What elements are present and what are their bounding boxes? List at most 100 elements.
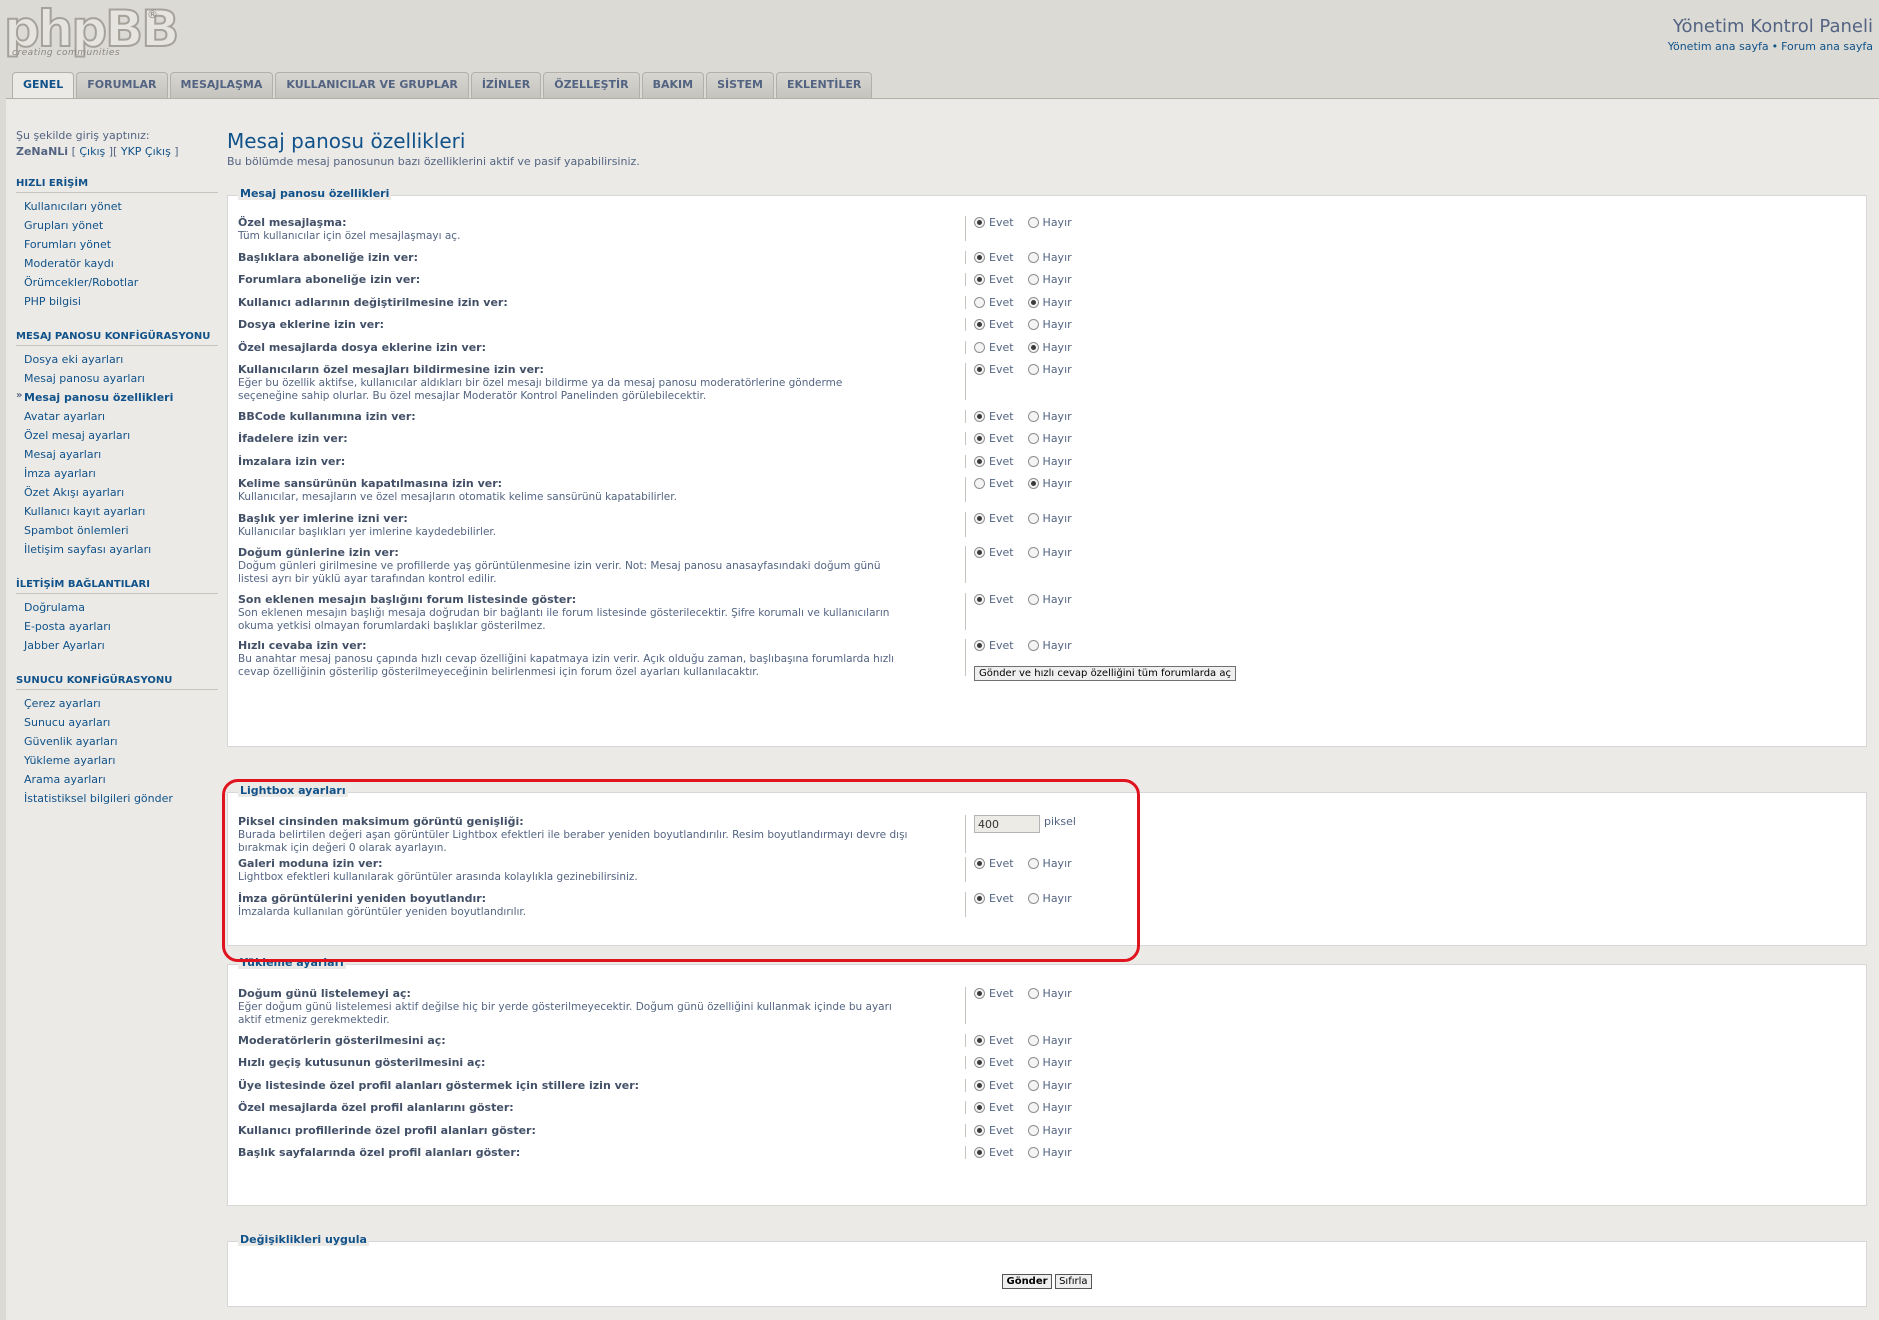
radio-indicator[interactable] xyxy=(1027,274,1039,285)
radio-no[interactable]: Hayır xyxy=(1027,432,1072,445)
radio-indicator[interactable] xyxy=(1027,296,1039,308)
radio-yes[interactable]: Evet xyxy=(974,1124,1014,1137)
radio-yes[interactable]: Evet xyxy=(974,639,1014,652)
radio-indicator[interactable] xyxy=(1027,547,1039,558)
max-width-input[interactable]: 400 xyxy=(974,815,1040,833)
radio-indicator[interactable] xyxy=(1027,217,1039,228)
radio-yes[interactable]: Evet xyxy=(974,987,1014,1000)
radio-indicator[interactable] xyxy=(1027,478,1039,489)
radio-indicator[interactable] xyxy=(974,319,985,330)
tab-0[interactable]: GENEL xyxy=(12,72,75,99)
enable-quick-reply-all-button[interactable]: Gönder ve hızlı cevap özelliğini tüm for… xyxy=(974,666,1236,681)
radio-indicator[interactable] xyxy=(974,547,985,558)
radio-indicator[interactable] xyxy=(974,1079,985,1091)
radio-indicator[interactable] xyxy=(974,478,985,489)
radio-indicator[interactable] xyxy=(1027,319,1039,330)
tab-2[interactable]: MESAJLAŞMA xyxy=(169,72,274,98)
sidebar-item[interactable]: Doğrulama xyxy=(16,598,218,617)
radio-no[interactable]: Hayır xyxy=(1027,857,1072,870)
tab-1[interactable]: FORUMLAR xyxy=(76,72,168,98)
logout-link[interactable]: Çıkış xyxy=(79,145,105,158)
radio-no[interactable]: Hayır xyxy=(1027,1056,1072,1069)
radio-no[interactable]: Hayır xyxy=(1027,251,1072,264)
radio-indicator[interactable] xyxy=(1027,512,1039,524)
radio-yes[interactable]: Evet xyxy=(974,1034,1014,1047)
sidebar-item[interactable]: İmza ayarları xyxy=(16,464,218,483)
sidebar-item[interactable]: Mesaj ayarları xyxy=(16,445,218,464)
radio-yes[interactable]: Evet xyxy=(974,318,1014,331)
sidebar-item[interactable]: İstatistiksel bilgileri gönder xyxy=(16,789,218,808)
acp-home-link[interactable]: Yönetim ana sayfa xyxy=(1668,40,1769,53)
radio-yes[interactable]: Evet xyxy=(974,341,1014,354)
sidebar-item[interactable]: Forumları yönet xyxy=(16,235,218,254)
sidebar-item[interactable]: Kullanıcıları yönet xyxy=(16,197,218,216)
tab-5[interactable]: ÖZELLEŞTİR xyxy=(543,72,640,98)
radio-indicator[interactable] xyxy=(974,251,985,263)
radio-indicator[interactable] xyxy=(1027,1147,1039,1158)
radio-yes[interactable]: Evet xyxy=(974,1079,1014,1092)
sidebar-item[interactable]: Moderatör kaydı xyxy=(16,254,218,273)
radio-no[interactable]: Hayır xyxy=(1027,1101,1072,1114)
radio-indicator[interactable] xyxy=(1027,433,1039,444)
radio-indicator[interactable] xyxy=(1027,251,1039,263)
radio-no[interactable]: Hayır xyxy=(1027,892,1072,905)
radio-indicator[interactable] xyxy=(1027,593,1039,605)
radio-indicator[interactable] xyxy=(974,274,985,285)
radio-indicator[interactable] xyxy=(1027,1079,1039,1091)
radio-no[interactable]: Hayır xyxy=(1027,1146,1072,1159)
radio-indicator[interactable] xyxy=(974,1124,985,1136)
radio-indicator[interactable] xyxy=(974,410,985,422)
radio-no[interactable]: Hayır xyxy=(1027,318,1072,331)
sidebar-item[interactable]: Jabber Ayarları xyxy=(16,636,218,655)
tab-4[interactable]: İZİNLER xyxy=(470,72,542,98)
radio-no[interactable]: Hayır xyxy=(1027,1034,1072,1047)
radio-yes[interactable]: Evet xyxy=(974,296,1014,309)
radio-indicator[interactable] xyxy=(974,1057,985,1068)
radio-indicator[interactable] xyxy=(974,1147,985,1158)
radio-indicator[interactable] xyxy=(974,455,985,467)
radio-indicator[interactable] xyxy=(1027,410,1039,422)
radio-indicator[interactable] xyxy=(1027,1034,1039,1046)
radio-no[interactable]: Hayır xyxy=(1027,296,1072,309)
sidebar-item[interactable]: Kullanıcı kayıt ayarları xyxy=(16,502,218,521)
sidebar-item[interactable]: Grupları yönet xyxy=(16,216,218,235)
sidebar-item[interactable]: Özet Akışı ayarları xyxy=(16,483,218,502)
radio-indicator[interactable] xyxy=(1027,455,1039,467)
radio-indicator[interactable] xyxy=(1027,364,1039,375)
radio-indicator[interactable] xyxy=(1027,1102,1039,1113)
radio-yes[interactable]: Evet xyxy=(974,251,1014,264)
radio-indicator[interactable] xyxy=(974,341,985,353)
radio-indicator[interactable] xyxy=(1027,858,1039,869)
radio-indicator[interactable] xyxy=(1027,341,1039,353)
radio-no[interactable]: Hayır xyxy=(1027,593,1072,606)
sidebar-item[interactable]: Avatar ayarları xyxy=(16,407,218,426)
radio-no[interactable]: Hayır xyxy=(1027,639,1072,652)
radio-indicator[interactable] xyxy=(974,512,985,524)
radio-indicator[interactable] xyxy=(1027,892,1039,904)
radio-yes[interactable]: Evet xyxy=(974,892,1014,905)
sidebar-item[interactable]: Özel mesaj ayarları xyxy=(16,426,218,445)
reset-button[interactable]: Sıfırla xyxy=(1055,1274,1092,1289)
radio-no[interactable]: Hayır xyxy=(1027,341,1072,354)
radio-yes[interactable]: Evet xyxy=(974,410,1014,423)
radio-yes[interactable]: Evet xyxy=(974,1056,1014,1069)
radio-no[interactable]: Hayır xyxy=(1027,512,1072,525)
radio-indicator[interactable] xyxy=(1027,1124,1039,1136)
sidebar-item[interactable]: Mesaj panosu özellikleri xyxy=(16,388,218,407)
radio-yes[interactable]: Evet xyxy=(974,216,1014,229)
radio-yes[interactable]: Evet xyxy=(974,363,1014,376)
radio-indicator[interactable] xyxy=(974,988,985,999)
radio-no[interactable]: Hayır xyxy=(1027,1124,1072,1137)
tab-6[interactable]: BAKIM xyxy=(641,72,705,98)
radio-indicator[interactable] xyxy=(974,217,985,228)
radio-indicator[interactable] xyxy=(974,296,985,308)
radio-indicator[interactable] xyxy=(1027,988,1039,999)
radio-yes[interactable]: Evet xyxy=(974,477,1014,490)
radio-indicator[interactable] xyxy=(974,364,985,375)
sidebar-item[interactable]: Yükleme ayarları xyxy=(16,751,218,770)
sidebar-item[interactable]: Çerez ayarları xyxy=(16,694,218,713)
radio-yes[interactable]: Evet xyxy=(974,546,1014,559)
radio-indicator[interactable] xyxy=(974,1034,985,1046)
radio-no[interactable]: Hayır xyxy=(1027,987,1072,1000)
sidebar-item[interactable]: Güvenlik ayarları xyxy=(16,732,218,751)
